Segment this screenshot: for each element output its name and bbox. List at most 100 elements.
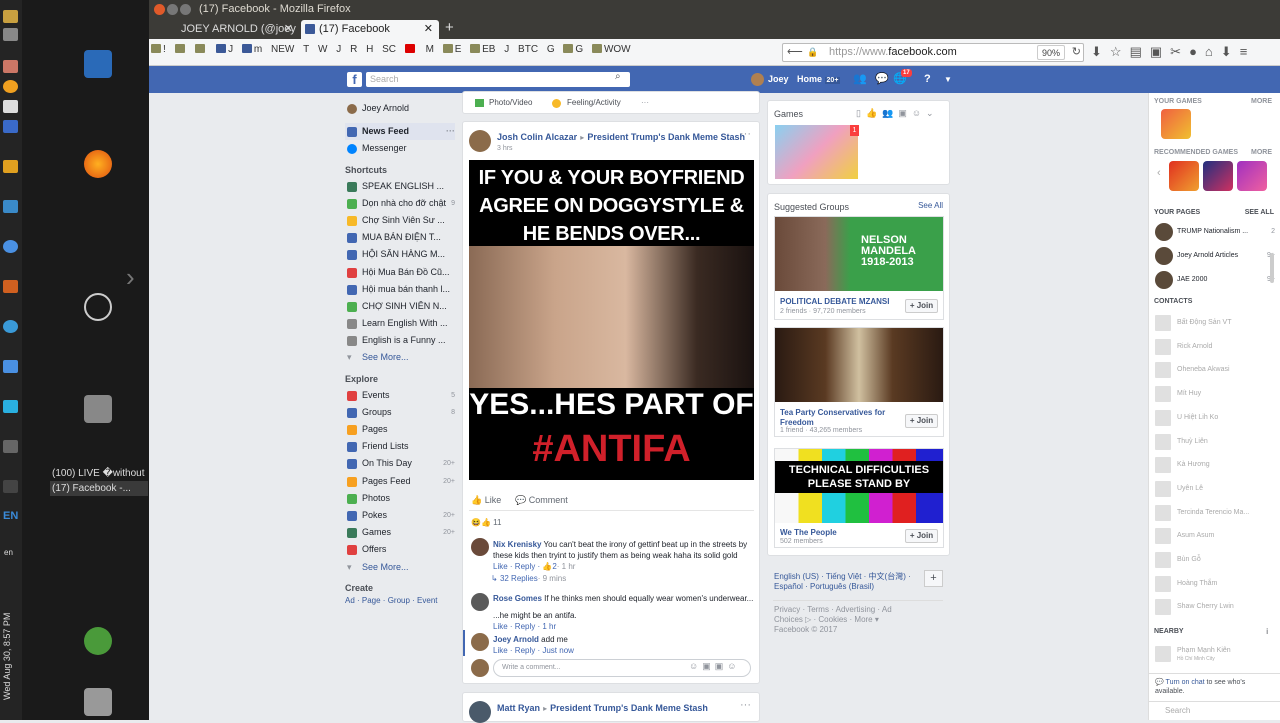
close-icon[interactable]: ✕ — [284, 20, 293, 39]
archive-icon[interactable] — [84, 395, 112, 423]
lock-icon[interactable]: 🔒 — [807, 44, 818, 61]
clipboard-icon[interactable]: ▣ — [1150, 44, 1170, 59]
chat-search-input[interactable]: Search — [1149, 701, 1280, 720]
group-cover-image[interactable]: TECHNICAL DIFFICULTIES PLEASE STAND BY — [775, 449, 943, 523]
bookmark-item[interactable]: E — [442, 44, 461, 55]
shortcut-item[interactable]: Hội mua bán thanh l... — [345, 281, 455, 298]
bitcoin-icon[interactable] — [3, 80, 18, 93]
post-group-link[interactable]: President Trump's Dank Meme Stash — [587, 132, 745, 142]
post-author-link[interactable]: Matt Ryan — [497, 703, 540, 713]
bookmark-item[interactable]: WOW — [591, 44, 631, 55]
more-options-icon[interactable]: ··· — [446, 123, 455, 140]
join-group-button[interactable]: + Join — [905, 529, 938, 543]
launcher-app-icon[interactable] — [3, 60, 18, 73]
post-options-icon[interactable]: ··· — [740, 128, 751, 140]
shortcut-item[interactable]: SPEAK ENGLISH ... — [345, 178, 455, 195]
avatar[interactable] — [751, 73, 764, 86]
explore-item[interactable]: Groups 8 — [345, 404, 455, 421]
contact-item[interactable]: Bất Động Sản VT — [1155, 315, 1275, 331]
shortcut-item[interactable]: English is a Funny ... — [345, 332, 455, 349]
like-button[interactable]: 👍 Like — [471, 495, 501, 506]
sidebar-profile[interactable]: Joey Arnold — [345, 100, 455, 117]
explore-item[interactable]: Friend Lists — [345, 438, 455, 455]
more-games-link[interactable]: MORE — [1251, 98, 1272, 105]
contact-item[interactable]: Tercinda Terencio Ma... — [1155, 504, 1275, 521]
bookmark-item[interactable]: m — [241, 44, 262, 55]
avatar[interactable] — [471, 538, 489, 556]
launcher-app-icon[interactable] — [3, 160, 18, 173]
extension-icon[interactable]: ● — [1189, 44, 1205, 59]
feeling-activity-button[interactable]: Feeling/Activity — [567, 92, 621, 114]
group-name-link[interactable]: We The People — [780, 528, 837, 538]
explore-item[interactable]: Pokes 20+ — [345, 507, 455, 524]
tab-facebook[interactable]: (17) Facebook ✕ — [301, 20, 439, 39]
launcher-app-icon[interactable] — [3, 280, 18, 293]
bookmark-item[interactable]: J — [504, 44, 509, 55]
launcher-app-icon[interactable] — [3, 480, 18, 493]
launcher-app-icon[interactable] — [3, 360, 18, 373]
explore-item[interactable]: On This Day 20+ — [345, 455, 455, 472]
see-more-explore[interactable]: ▾ See More... — [345, 559, 455, 576]
facebook-logo-icon[interactable]: f — [347, 72, 362, 87]
chromium-icon[interactable] — [3, 320, 18, 333]
new-tab-button[interactable]: + — [445, 19, 454, 36]
user-switch-icon[interactable] — [84, 627, 112, 655]
language-indicator[interactable]: EN — [3, 510, 18, 522]
launcher-app-icon[interactable] — [3, 400, 18, 413]
profile-link[interactable]: Joey — [768, 66, 789, 93]
create-links[interactable]: Ad · Page · Group · Event — [345, 596, 455, 605]
reload-icon[interactable]: ↻ — [1072, 44, 1081, 61]
trash-icon[interactable] — [84, 688, 112, 716]
pocket-icon[interactable]: ⬇ — [1221, 44, 1240, 59]
window-list-item[interactable]: (100) LIVE �without R... — [50, 466, 148, 481]
url-bar[interactable]: ⟵ 🔒 https://www.facebook.com 90% ↻ — [782, 43, 1084, 62]
reaction-summary[interactable]: 😆👍 11 — [471, 518, 501, 527]
info-icon[interactable]: i — [1266, 627, 1268, 636]
bookmark-item[interactable]: R — [350, 44, 357, 55]
page-item[interactable]: JAE 20009+ — [1155, 271, 1275, 289]
composer[interactable]: Photo/Video Feeling/Activity ··· — [462, 91, 760, 114]
shortcut-item[interactable]: Learn English With ... — [345, 315, 455, 332]
comment-input-icons[interactable]: ☺▣▣☺ — [689, 661, 740, 672]
bookmark-item[interactable]: H — [366, 44, 373, 55]
menu-icon[interactable]: ≡ — [1240, 44, 1256, 59]
bookmark-item[interactable]: M — [426, 44, 434, 55]
sidebar-item-news-feed[interactable]: News Feed ··· — [345, 123, 455, 141]
star-icon[interactable]: ☆ — [1110, 44, 1130, 59]
explore-item[interactable]: Games 20+ — [345, 524, 455, 541]
screenshot-icon[interactable]: ✂ — [1170, 44, 1189, 59]
help-icon[interactable]: ? — [924, 66, 931, 93]
bookmark-item[interactable]: ! — [151, 44, 166, 55]
launcher-app-icon[interactable] — [3, 200, 18, 213]
group-cover-image[interactable] — [775, 328, 943, 402]
shortcut-item[interactable]: Hội Mua Bán Đồ Cũ... — [345, 264, 455, 281]
bookmark-item[interactable]: SC — [382, 44, 396, 55]
contact-item[interactable]: U Hiệt Lih Ko — [1155, 409, 1275, 426]
page-item[interactable]: Joey Arnold Articles9+ — [1155, 247, 1275, 265]
see-more-shortcuts[interactable]: ▾ See More... — [345, 349, 455, 366]
group-name-link[interactable]: Tea Party Conservatives for Freedom — [780, 408, 890, 428]
document-icon[interactable] — [84, 50, 112, 78]
contact-item[interactable]: Hoàng Thắm — [1155, 575, 1275, 592]
maximize-window-button[interactable] — [180, 4, 191, 15]
join-group-button[interactable]: + Join — [905, 414, 938, 428]
chevron-right-icon[interactable]: › — [126, 262, 135, 293]
bookmark-item[interactable]: J — [216, 44, 233, 55]
post-timestamp[interactable]: 3 hrs — [497, 145, 513, 152]
contact-item[interactable]: Rick Arnold — [1155, 338, 1275, 355]
candy-crush-game-thumb[interactable] — [775, 125, 858, 179]
explore-item[interactable]: Photos — [345, 490, 455, 507]
bookmark-item[interactable] — [195, 44, 207, 55]
avatar[interactable] — [471, 633, 489, 651]
add-language-button[interactable]: + — [924, 570, 943, 587]
bookmark-item[interactable]: W — [318, 44, 327, 55]
post-group-link[interactable]: President Trump's Dank Meme Stash — [550, 703, 708, 713]
contact-item[interactable]: Shaw Cherry Lwin — [1155, 599, 1275, 616]
notifications-icon[interactable]: 🌐 17 — [893, 66, 912, 93]
more-recommended-link[interactable]: MORE — [1251, 149, 1272, 156]
window-list-item-active[interactable]: (17) Facebook -... — [50, 481, 148, 496]
turn-on-chat-link[interactable]: Turn on chat — [1166, 679, 1205, 686]
search-input[interactable]: Search — [366, 72, 630, 87]
avatar[interactable] — [471, 593, 489, 611]
contact-item[interactable]: Thuỳ Liên — [1155, 433, 1275, 450]
